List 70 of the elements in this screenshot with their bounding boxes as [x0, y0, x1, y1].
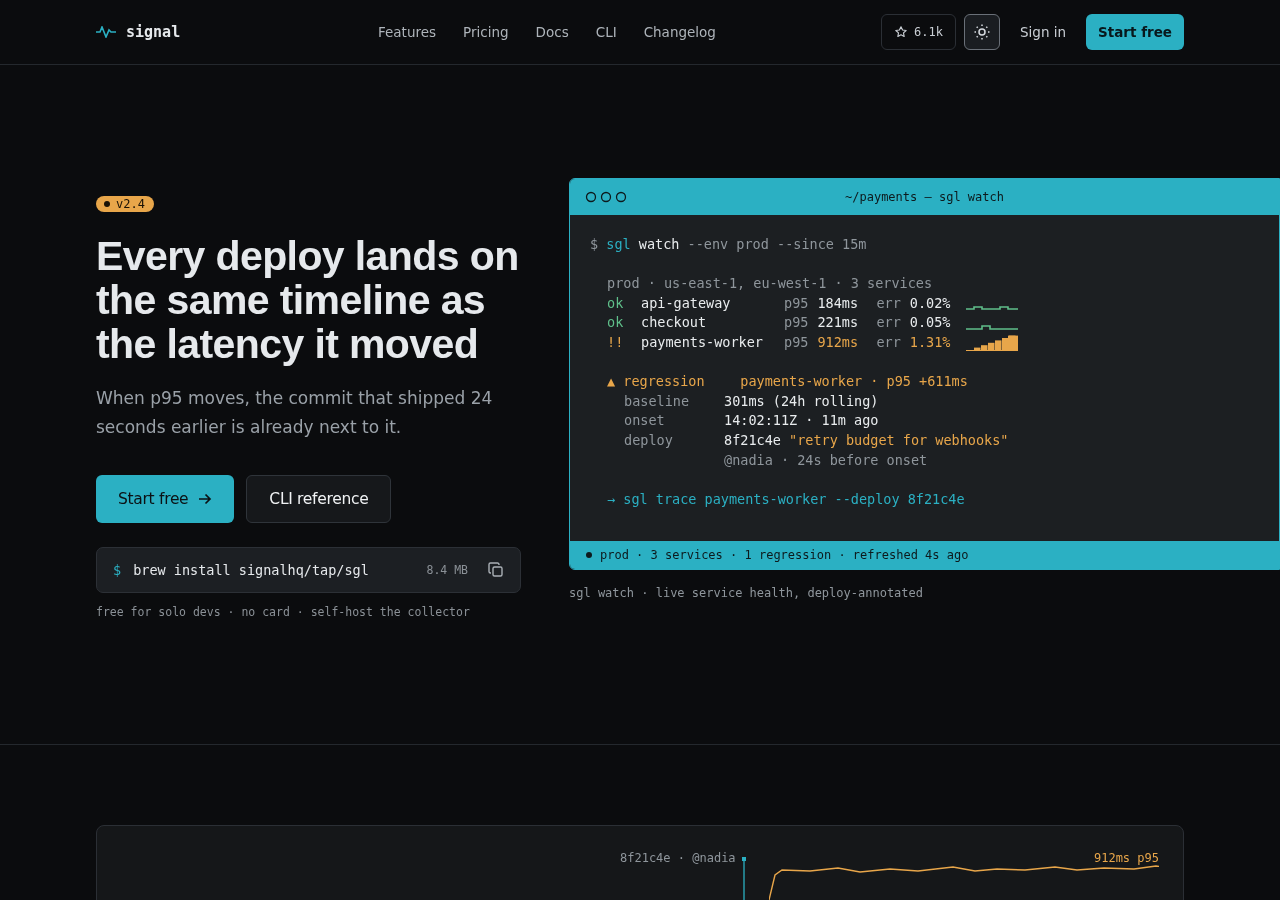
nav-link[interactable]: Features [378, 24, 437, 40]
prompt-symbol: $ [590, 236, 599, 252]
service-name: checkout [641, 313, 708, 333]
nav-link[interactable]: Pricing [463, 24, 509, 40]
nav-link[interactable]: Changelog [643, 24, 716, 40]
warning-icon: ▲ [607, 373, 616, 390]
star-icon [894, 25, 909, 39]
regression-summary: payments-worker · p95 +611ms [740, 373, 968, 390]
pulse-icon [96, 26, 116, 38]
deploy-marker-label: 8f21c4e · @nadia [620, 851, 736, 865]
hero-heading: Every deploy lands on the same timeline as the latency it moved [96, 234, 520, 366]
detail-key: baseline [624, 391, 724, 412]
version-badge: v2.4 [96, 196, 154, 212]
error-rate: 0.05% [909, 313, 951, 333]
start-free-button[interactable]: Start free [96, 475, 235, 523]
status-dot [586, 552, 592, 559]
suggested-command: → sgl trace payments-worker --deploy 8f21c4e [607, 490, 965, 507]
regression-label: regression [623, 372, 706, 392]
detail-value: 14:02:11Z · 11m ago [724, 412, 879, 429]
metric-label: err [876, 332, 901, 352]
latency-value: 221ms [817, 313, 860, 333]
start-free-button[interactable]: Start free [1086, 14, 1184, 50]
sign-in-link[interactable]: Sign in [1008, 24, 1079, 40]
arrow-right-icon [198, 493, 213, 505]
command-name: sgl [606, 236, 631, 252]
error-rate: 0.02% [909, 293, 951, 313]
nav-link[interactable]: Docs [535, 24, 569, 40]
commit-message: "retry budget for webhooks" [789, 431, 1009, 448]
install-footnote: free for solo devs · no card · self-host the collector [96, 605, 471, 619]
nav-link[interactable]: CLI [595, 24, 617, 40]
prompt-symbol: $ [113, 562, 122, 578]
sun-icon [973, 23, 991, 41]
sparkline [966, 324, 1019, 330]
status-marker: ok [607, 293, 625, 313]
sparkline [966, 334, 1019, 351]
deploy-marker [742, 857, 746, 900]
install-command: brew install signalhq/tap/sgl [133, 562, 369, 578]
latency-value: 184ms [817, 293, 860, 313]
detail-key: onset [624, 411, 724, 431]
brand-name[interactable]: signal [126, 23, 181, 41]
metric-label: p95 [784, 293, 809, 313]
service-name: payments-worker [641, 332, 764, 352]
window-controls-icon [585, 191, 627, 203]
copy-button[interactable] [488, 562, 504, 578]
metric-label: p95 [784, 313, 809, 333]
terminal-status: prod · 3 services · 1 regression · refreshed 4s ago [600, 548, 969, 563]
latency-value: 912ms [817, 332, 860, 352]
commit-author: @nadia · 24s before onset [724, 451, 928, 468]
metric-label: err [876, 293, 901, 313]
metric-label: err [876, 313, 901, 333]
service-name: api-gateway [641, 293, 732, 313]
context-line: prod · us-east-1, eu-west-1 · 3 services [607, 275, 933, 292]
sparkline [966, 305, 1019, 311]
terminal-caption: sgl watch · live service health, deploy-annotated [569, 586, 924, 601]
metric-label: p95 [784, 332, 809, 352]
latency-label: 912ms p95 [1093, 851, 1159, 865]
hero-subtitle: When p95 moves, the commit that shipped 24 seconds earlier is already next to it. [96, 387, 494, 439]
terminal-title: ~/payments — sgl watch [845, 190, 1004, 204]
detail-value: 301ms (24h rolling) [724, 392, 879, 409]
status-marker: ok [607, 313, 625, 333]
status-marker: !! [607, 332, 625, 352]
command-args: --env prod --since 15m [687, 236, 867, 252]
subcommand: watch [638, 236, 680, 252]
error-rate: 1.31% [909, 332, 951, 352]
cli-reference-button[interactable]: CLI reference [246, 475, 392, 523]
detail-key: deploy [624, 430, 724, 451]
detail-value: 8f21c4e [724, 431, 781, 448]
github-stars-button[interactable]: 6.1k [881, 14, 956, 50]
download-size: 8.4 MB [426, 563, 468, 577]
theme-toggle-button[interactable] [964, 14, 1000, 50]
